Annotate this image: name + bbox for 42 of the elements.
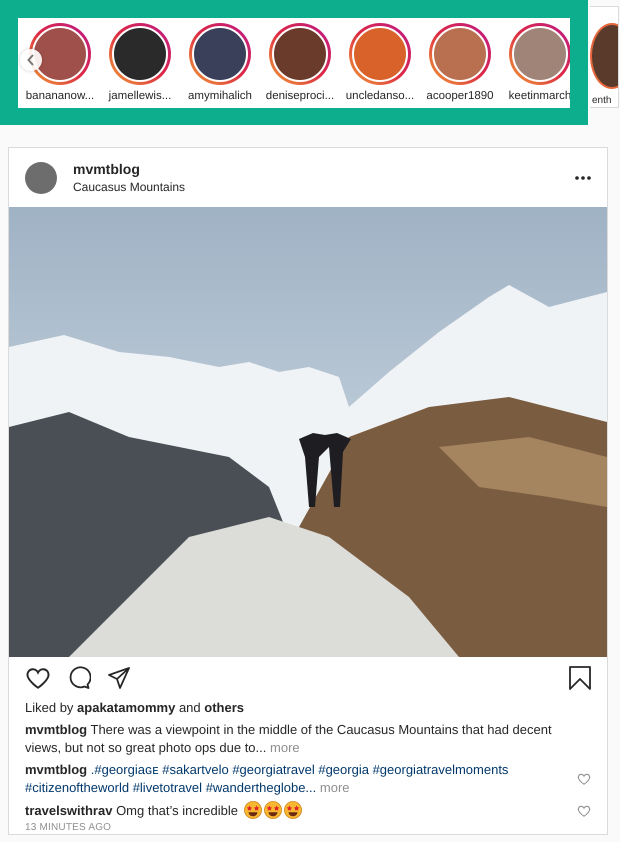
avatar[interactable] [25,162,57,194]
story-username: jamellewis... [108,90,172,102]
post-time: 13 MINUTES AGO [25,822,112,834]
like-comment-icon[interactable] [577,772,591,786]
hashtag-link[interactable]: #citizenoftheworld [25,780,130,795]
avatar [32,26,88,82]
story-username: uncledanso... [346,90,414,102]
story-username: acooper1890 [426,90,494,102]
hashtag-link[interactable]: #wandertheglobe... [206,780,316,795]
hashtag-link[interactable]: .#georgiaɢᴇ [90,762,159,777]
likes-text: Liked by apakatamommy and others [25,699,245,717]
avatar [512,26,568,82]
story-username: banananow... [26,90,94,102]
avatar [272,26,328,82]
story-username: enth [592,95,612,106]
comment-icon[interactable] [67,666,91,690]
chevron-left-icon [27,54,35,66]
hashtag-link[interactable]: #georgiatravelmoments [372,762,508,777]
star-eyes-emoji-icon [284,801,302,819]
story-username: amymihalich [188,90,252,102]
comment-text: travelswithrav Omg that’s incredible [25,801,557,820]
hashtag-link[interactable]: #livetotravel [132,780,202,795]
previous-button[interactable] [20,49,42,71]
star-eyes-emoji-icon [264,801,282,819]
caption-text: mvmtblog There was a viewpoint in the middle of the Caucasus Mountains that had decent views, but not so great photo ops due to... more [25,721,553,757]
avatar [352,26,408,82]
post-location[interactable]: Caucasus Mountains [73,180,559,194]
bookmark-icon[interactable] [569,666,591,690]
comment-text: mvmtblog .#georgiaɢᴇ #sakartvelo #georgiatravel #georgia #georgiatravelmoments #citizenoftheworld #livetotravel #wandertheglobe... more [25,761,510,797]
star-eyes-emoji-icon [244,801,262,819]
hashtag-link[interactable]: #georgia [318,762,369,777]
story-username: deniseproci... [266,90,334,102]
more-icon [575,176,591,180]
like-comment-icon[interactable] [577,804,591,818]
send-icon[interactable] [107,666,131,690]
avatar [192,26,248,82]
more-options-button[interactable] [575,176,591,180]
post-username[interactable]: mvmtblog [73,161,559,177]
avatar [432,26,488,82]
hashtag-link[interactable]: #sakartvelo [162,762,229,777]
avatar [112,26,168,82]
hashtag-link[interactable]: #georgiatravel [232,762,315,777]
